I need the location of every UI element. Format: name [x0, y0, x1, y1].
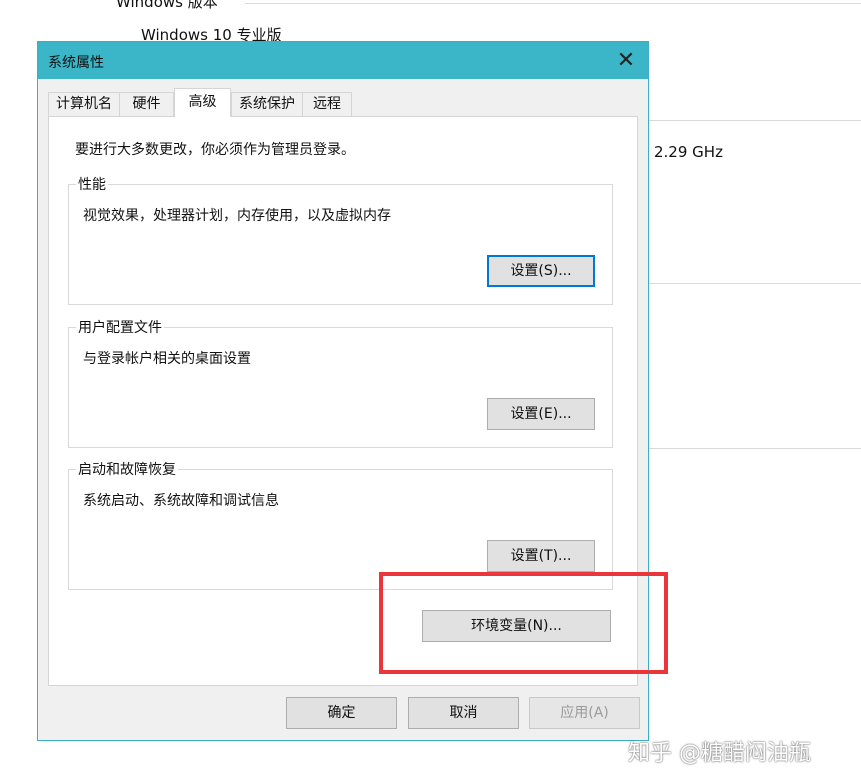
- tab-remote[interactable]: 远程: [302, 92, 352, 116]
- startup-recovery-settings-button[interactable]: 设置(T)...: [487, 540, 595, 572]
- performance-settings-button[interactable]: 设置(S)...: [487, 255, 595, 287]
- user-profiles-group: 用户配置文件 与登录帐户相关的桌面设置 设置(E)...: [68, 317, 613, 448]
- group-title: 用户配置文件: [76, 317, 164, 337]
- divider: [649, 448, 861, 449]
- user-profiles-settings-button[interactable]: 设置(E)...: [487, 398, 595, 430]
- divider: [245, 3, 861, 4]
- tab-advanced[interactable]: 高级: [174, 88, 231, 117]
- cpu-speed: 2.29 GHz: [654, 143, 723, 161]
- divider: [649, 283, 861, 284]
- dialog-title: 系统属性: [48, 55, 104, 71]
- group-description: 视觉效果，处理器计划，内存使用，以及虚拟内存: [83, 208, 391, 224]
- close-button[interactable]: ✕: [604, 42, 648, 79]
- group-title: 性能: [76, 174, 108, 194]
- startup-recovery-group: 启动和故障恢复 系统启动、系统故障和调试信息 设置(T)...: [68, 459, 613, 590]
- tab-hardware[interactable]: 硬件: [119, 92, 174, 116]
- windows-version-label: Windows 版本: [116, 0, 218, 11]
- group-title: 启动和故障恢复: [76, 459, 178, 479]
- title-bar[interactable]: 系统属性 ✕: [38, 42, 648, 79]
- apply-button[interactable]: 应用(A): [529, 697, 640, 729]
- performance-group: 性能 视觉效果，处理器计划，内存使用，以及虚拟内存 设置(S)...: [68, 174, 613, 305]
- environment-variables-button[interactable]: 环境变量(N)...: [422, 610, 611, 642]
- ok-button[interactable]: 确定: [286, 697, 397, 729]
- cancel-button[interactable]: 取消: [408, 697, 519, 729]
- tab-system-protection[interactable]: 系统保护: [231, 92, 303, 116]
- advanced-tab-panel: 要进行大多数更改，你必须作为管理员登录。 性能 视觉效果，处理器计划，内存使用，…: [48, 116, 638, 686]
- tab-computer-name[interactable]: 计算机名: [48, 92, 120, 116]
- group-description: 系统启动、系统故障和调试信息: [83, 493, 279, 509]
- system-properties-dialog: 系统属性 ✕ 计算机名 硬件 高级 系统保护 远程 要进行大多数更改，你必须作为…: [37, 41, 649, 741]
- divider: [649, 120, 861, 121]
- watermark: 知乎 @糖醋闷油瓶: [628, 741, 811, 766]
- admin-notice: 要进行大多数更改，你必须作为管理员登录。: [75, 142, 355, 158]
- group-description: 与登录帐户相关的桌面设置: [83, 351, 251, 367]
- close-icon: ✕: [616, 48, 636, 73]
